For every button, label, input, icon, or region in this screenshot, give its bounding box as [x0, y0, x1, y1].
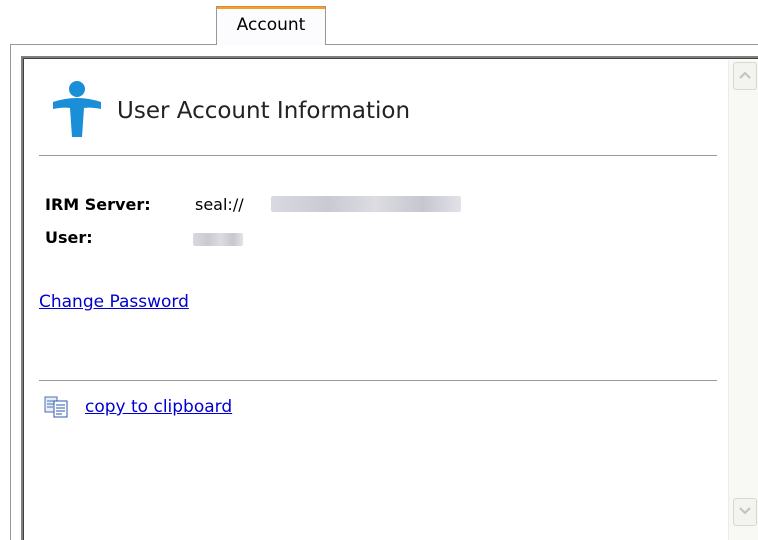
copy-to-clipboard-link[interactable]: copy to clipboard: [85, 397, 232, 417]
irm-server-value: seal://: [195, 195, 244, 214]
irm-server-label: IRM Server:: [45, 195, 151, 214]
scroll-up-button[interactable]: [733, 62, 757, 90]
tab-active-indicator: [217, 6, 325, 9]
tab-strip-border: [10, 44, 758, 45]
scroll-down-button[interactable]: [733, 498, 757, 526]
user-label: User:: [45, 228, 93, 247]
account-window: Account User Account Information IRM Ser…: [0, 0, 758, 540]
tab-strip-border-left: [10, 44, 11, 540]
chevron-up-icon: [739, 71, 751, 79]
change-password-link[interactable]: Change Password: [39, 292, 189, 312]
tab-account[interactable]: Account: [216, 6, 326, 45]
chevron-down-icon: [739, 507, 751, 515]
copy-icon[interactable]: [44, 396, 74, 418]
redacted-user-name: [193, 233, 243, 246]
page-title: User Account Information: [117, 98, 411, 124]
tab-account-label: Account: [236, 15, 306, 35]
divider: [39, 155, 717, 156]
redacted-server-address: [271, 196, 461, 212]
user-icon: [53, 81, 101, 137]
divider: [39, 380, 717, 381]
vertical-scrollbar[interactable]: [728, 60, 758, 540]
